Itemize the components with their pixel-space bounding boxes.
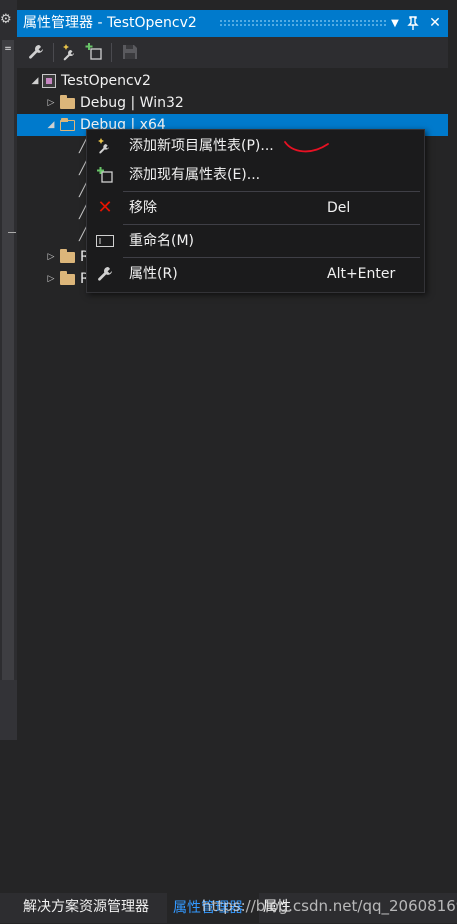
context-menu: 添加新项目属性表(P)... 添加现有属性表(E)... ✕ 移除 Del 重命… [86, 129, 425, 293]
collapse-icon[interactable]: = [3, 44, 13, 54]
collapsed-arrow-icon[interactable]: ▷ [45, 246, 57, 268]
add-existing-icon[interactable] [83, 41, 105, 63]
panel-title: 属性管理器 - TestOpencv2 [23, 15, 197, 31]
menu-item-shortcut: Del [327, 200, 351, 216]
panel-title-bar[interactable]: 属性管理器 - TestOpencv2 ▼ ✕ [17, 10, 448, 37]
save-icon[interactable] [119, 41, 141, 63]
project-label: TestOpencv2 [61, 73, 151, 89]
menu-separator [123, 257, 420, 258]
rename-icon [95, 227, 115, 255]
menu-item-properties[interactable]: 属性(R) Alt+Enter [87, 260, 424, 288]
pin-icon[interactable] [403, 10, 423, 37]
left-panel-lower-area [0, 680, 17, 740]
left-panel-bottom-area [0, 740, 17, 893]
tree-project-row[interactable]: ◢ TestOpencv2 [17, 70, 448, 92]
annotation-squiggle [284, 141, 329, 153]
collapsed-arrow-icon[interactable]: ▷ [45, 268, 57, 290]
expanded-arrow-icon[interactable]: ◢ [29, 70, 41, 92]
toolbar [17, 37, 448, 68]
gear-icon[interactable]: ⚙ [0, 12, 12, 30]
watermark-text: https://blog.csdn.net/qq_20608169 [202, 897, 457, 915]
collapsed-arrow-icon[interactable]: ▷ [45, 92, 57, 114]
menu-item-rename[interactable]: 重命名(M) [87, 227, 424, 255]
folder-icon [60, 249, 75, 263]
menu-item-add-new-sheet[interactable]: 添加新项目属性表(P)... [87, 132, 424, 160]
menu-separator [123, 191, 420, 192]
folder-icon [60, 95, 75, 109]
title-drag-grip[interactable] [219, 19, 387, 28]
close-icon[interactable]: ✕ [425, 10, 445, 37]
left-panel-scrollbar[interactable] [2, 40, 14, 740]
wrench-icon[interactable] [25, 41, 47, 63]
tree-item-debug-win32[interactable]: ▷ Debug | Win32 [17, 92, 448, 114]
menu-item-label: 添加现有属性表(E)... [129, 167, 261, 183]
tree-item-label: Debug | Win32 [80, 95, 184, 111]
tab-solution-explorer[interactable]: 解决方案资源管理器 [23, 893, 149, 923]
project-icon [42, 74, 56, 88]
menu-item-remove[interactable]: ✕ 移除 Del [87, 194, 424, 222]
menu-item-add-existing-sheet[interactable]: 添加现有属性表(E)... [87, 161, 424, 189]
expanded-arrow-icon[interactable]: ◢ [45, 114, 57, 136]
folder-icon [60, 271, 75, 285]
add-existing-sheet-icon [95, 161, 115, 189]
menu-item-label: 属性(R) [129, 266, 178, 282]
menu-item-label: 重命名(M) [129, 233, 195, 249]
menu-item-label: 添加新项目属性表(P)... [129, 138, 274, 154]
menu-separator [123, 224, 420, 225]
toolbar-separator [53, 43, 54, 62]
toolbar-separator [111, 43, 112, 62]
open-folder-icon [60, 118, 75, 131]
menu-item-label: 移除 [129, 200, 157, 216]
properties-wrench-icon [95, 260, 115, 288]
remove-x-icon: ✕ [97, 197, 113, 218]
dropdown-icon[interactable]: ▼ [385, 10, 405, 37]
add-new-sheet-icon [95, 132, 115, 160]
menu-item-shortcut: Alt+Enter [327, 266, 396, 282]
left-panel-tick [8, 232, 16, 233]
new-sheet-icon[interactable] [59, 41, 81, 63]
